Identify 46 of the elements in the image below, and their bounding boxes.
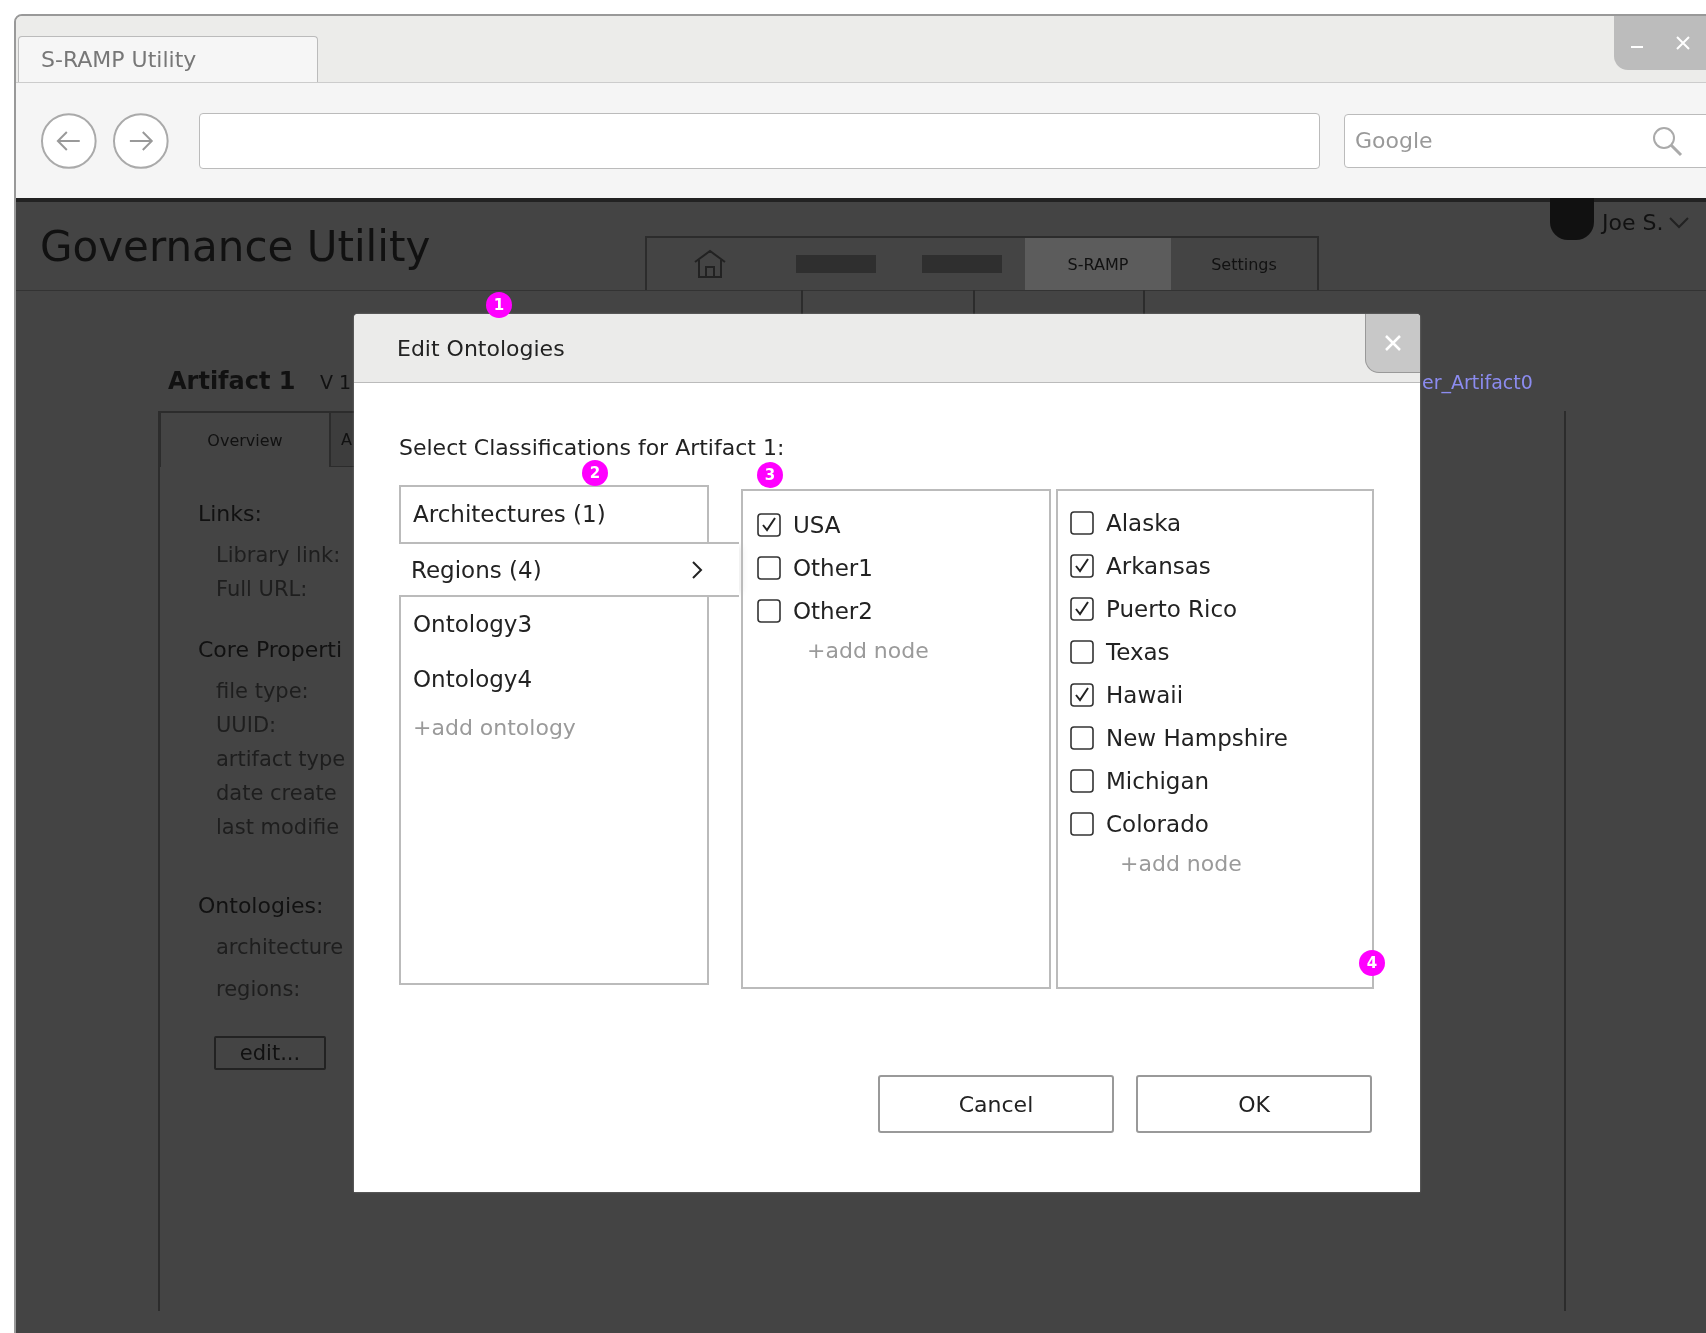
checkbox[interactable] bbox=[757, 598, 781, 623]
avatar-icon bbox=[1550, 198, 1594, 240]
node-label: Other1 bbox=[793, 554, 873, 581]
dialog-prompt: Select Classifications for Artifact 1: bbox=[399, 435, 785, 462]
search-field[interactable]: Google bbox=[1344, 113, 1706, 168]
node-label: Alaska bbox=[1106, 509, 1182, 536]
home-icon bbox=[693, 249, 727, 279]
node-label: Colorado bbox=[1106, 810, 1209, 837]
checkbox[interactable] bbox=[1070, 639, 1094, 664]
node-label: Michigan bbox=[1106, 767, 1210, 794]
node-label: Arkansas bbox=[1106, 552, 1211, 579]
cancel-button[interactable]: Cancel bbox=[878, 1075, 1114, 1133]
ontology-item[interactable]: Ontology4 bbox=[401, 652, 707, 707]
ontology-item[interactable]: Architectures (1) bbox=[401, 487, 707, 542]
node-label: Texas bbox=[1106, 638, 1170, 665]
node-label: Other2 bbox=[793, 597, 873, 624]
ontology-item[interactable]: Regions (4) bbox=[399, 542, 739, 597]
checkbox[interactable] bbox=[757, 555, 781, 580]
checkbox[interactable] bbox=[1070, 811, 1094, 836]
add-ontology-link[interactable]: +add ontology bbox=[401, 707, 707, 740]
close-icon bbox=[1384, 334, 1402, 352]
node-label: Hawaii bbox=[1106, 681, 1184, 708]
node-label: Puerto Rico bbox=[1106, 595, 1238, 622]
dialog-title: Edit Ontologies bbox=[397, 335, 565, 361]
chevron-right-icon bbox=[691, 559, 703, 580]
ontology-item[interactable]: Ontology3 bbox=[401, 597, 707, 652]
checkbox[interactable] bbox=[1070, 596, 1094, 621]
checkbox[interactable] bbox=[1070, 682, 1094, 707]
address-field[interactable] bbox=[199, 112, 1320, 169]
nav-tab[interactable]: S-RAMP bbox=[1025, 238, 1171, 290]
forward-icon[interactable] bbox=[111, 111, 170, 170]
node-label: USA bbox=[793, 511, 841, 538]
checkbox[interactable] bbox=[1070, 768, 1094, 793]
add-node-link[interactable]: +add node bbox=[1070, 845, 1372, 876]
browser-tab[interactable]: S-RAMP Utility bbox=[18, 36, 318, 82]
close-button[interactable] bbox=[1365, 314, 1420, 373]
artifact-link[interactable]: er_Artifact0 bbox=[1422, 371, 1533, 393]
ok-button[interactable]: OK bbox=[1136, 1075, 1372, 1133]
chevron-down-icon bbox=[1669, 216, 1690, 229]
checkbox[interactable] bbox=[757, 512, 781, 537]
checkbox[interactable] bbox=[1070, 510, 1094, 535]
checkbox[interactable] bbox=[1070, 725, 1094, 750]
node-label: New Hampshire bbox=[1106, 724, 1288, 751]
checkbox[interactable] bbox=[1070, 553, 1094, 578]
back-icon[interactable] bbox=[40, 111, 98, 170]
add-node-link[interactable]: +add node bbox=[757, 632, 1049, 663]
